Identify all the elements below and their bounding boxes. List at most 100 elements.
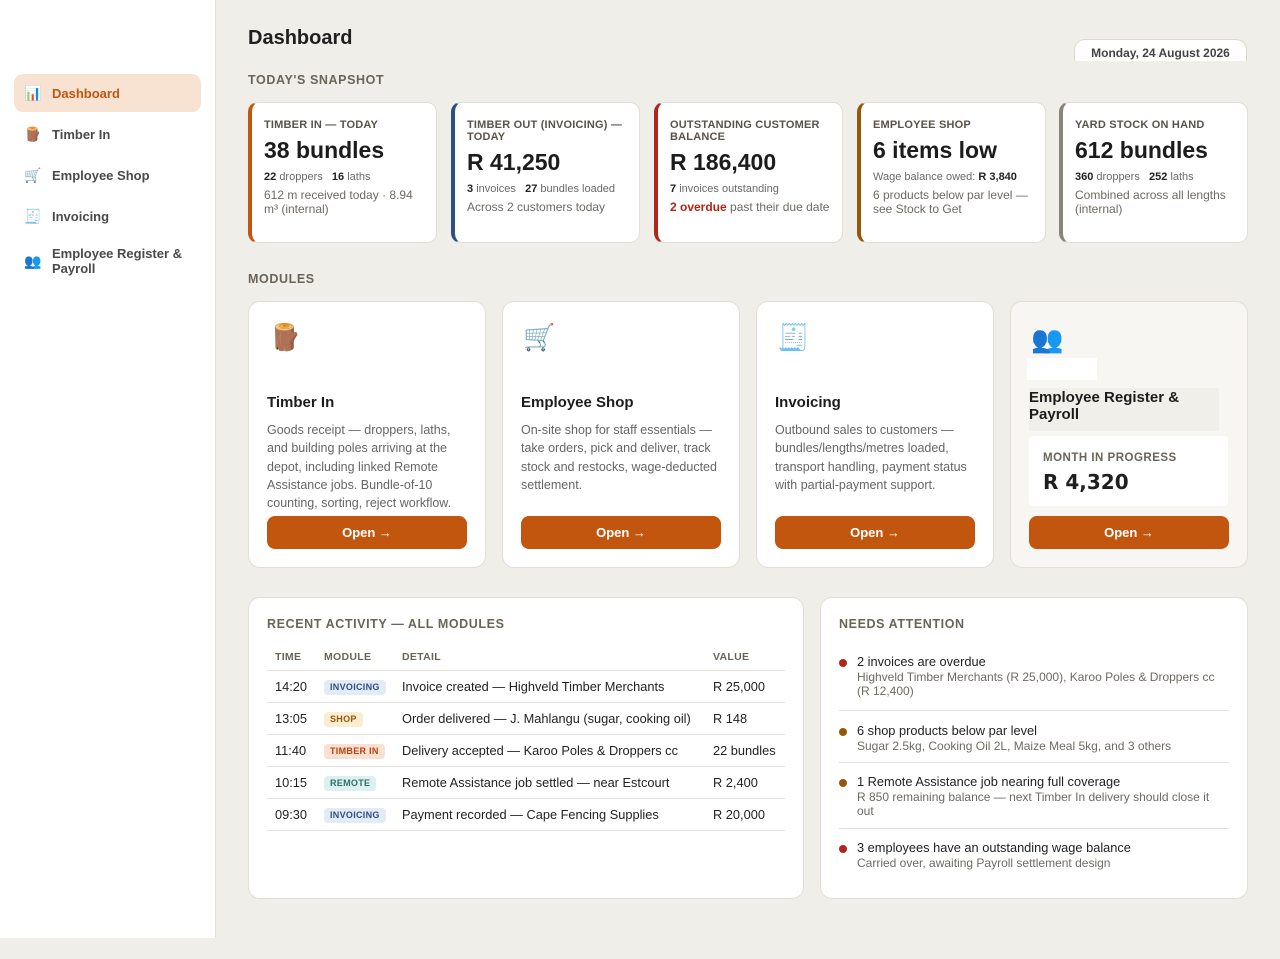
module-badge: INVOICING bbox=[324, 679, 386, 695]
status-dot-icon bbox=[839, 845, 847, 853]
stat-value: R 186,400 bbox=[670, 149, 777, 175]
cell-module: REMOTE bbox=[316, 766, 394, 799]
recent-activity-panel: RECENT ACTIVITY — ALL MODULES TIME MODUL… bbox=[248, 597, 804, 899]
list-item[interactable]: 3 employees have an outstanding wage bal… bbox=[839, 829, 1229, 879]
list-item[interactable]: 1 Remote Assistance job nearing full cov… bbox=[839, 763, 1229, 829]
attention-title: 6 shop products below par level bbox=[857, 723, 1037, 738]
stat-note: Across 2 customers today bbox=[467, 200, 606, 214]
stat-card-timber-out: TIMBER OUT (INVOICING) — TODAY R 41,250 … bbox=[451, 102, 640, 243]
list-item[interactable]: 6 shop products below par level Sugar 2.… bbox=[839, 711, 1229, 763]
column-header-module: MODULE bbox=[316, 645, 394, 671]
table-row[interactable]: 09:30 INVOICING Payment recorded — Cape … bbox=[267, 798, 785, 831]
sidebar-item-invoicing[interactable]: 🧾 Invoicing bbox=[14, 197, 201, 235]
module-badge: TIMBER IN bbox=[324, 743, 385, 759]
stat-sub-number: 252 bbox=[1149, 171, 1168, 183]
list-item[interactable]: 2 invoices are overdue Highveld Timber M… bbox=[839, 654, 1229, 711]
table-row[interactable]: 13:05 SHOP Order delivered — J. Mahlangu… bbox=[267, 702, 785, 735]
module-title: Invoicing bbox=[775, 394, 841, 411]
receipt-icon: 🧾 bbox=[777, 322, 810, 352]
cell-time: 14:20 bbox=[267, 670, 316, 703]
stat-card-employee-shop: EMPLOYEE SHOP 6 items low Wage balance o… bbox=[857, 102, 1046, 243]
table-row[interactable]: 10:15 REMOTE Remote Assistance job settl… bbox=[267, 766, 785, 799]
activity-table: TIME MODULE DETAIL VALUE 14:20 INVOICING… bbox=[267, 645, 785, 831]
module-badge: REMOTE bbox=[324, 775, 377, 791]
module-title: Timber In bbox=[267, 394, 335, 411]
stat-card-timber-in: TIMBER IN — TODAY 38 bundles 22 droppers… bbox=[248, 102, 437, 243]
stat-sub-text: bundles loaded bbox=[540, 183, 616, 195]
month-in-progress-value: R 4,320 bbox=[1043, 470, 1129, 494]
stat-label: TIMBER OUT (INVOICING) — TODAY bbox=[467, 119, 623, 143]
attention-detail: Sugar 2.5kg, Cooking Oil 2L, Maize Meal … bbox=[857, 739, 1172, 753]
stat-sub-number: 360 bbox=[1075, 171, 1094, 183]
stat-value: R 41,250 bbox=[467, 149, 561, 175]
sidebar-item-timber-in[interactable]: 🪵 Timber In bbox=[14, 115, 201, 153]
stat-sub-number: 22 bbox=[264, 171, 277, 183]
recent-activity-heading: RECENT ACTIVITY — ALL MODULES bbox=[267, 617, 505, 631]
cell-time: 11:40 bbox=[267, 734, 316, 767]
placeholder-block bbox=[1027, 358, 1097, 380]
module-description: Goods receipt — droppers, laths, and bui… bbox=[267, 423, 452, 511]
module-title: Employee Register & Payroll bbox=[1029, 388, 1219, 431]
stat-sub-number: 3 bbox=[467, 183, 474, 195]
stat-sub-text: laths bbox=[347, 171, 371, 183]
sidebar-nav: 📊 Dashboard 🪵 Timber In 🛒 Employee Shop … bbox=[14, 74, 201, 287]
status-dot-icon bbox=[839, 779, 847, 787]
stat-sub: 22 droppers 16 laths bbox=[264, 170, 424, 184]
sidebar-item-employee-register-payroll[interactable]: 👥 Employee Register & Payroll bbox=[14, 238, 201, 284]
wood-log-icon: 🪵 bbox=[269, 322, 302, 352]
sidebar-item-employee-shop[interactable]: 🛒 Employee Shop bbox=[14, 156, 201, 194]
cell-time: 09:30 bbox=[267, 798, 316, 831]
table-row[interactable]: 14:20 INVOICING Invoice created — Highve… bbox=[267, 670, 785, 703]
attention-title: 2 invoices are overdue bbox=[857, 654, 986, 669]
sidebar-item-label: Employee Register & Payroll bbox=[52, 246, 183, 276]
sidebar-item-label: Dashboard bbox=[52, 85, 120, 101]
stat-label: OUTSTANDING CUSTOMER BALANCE bbox=[670, 119, 820, 143]
status-dot-icon bbox=[839, 728, 847, 736]
stat-sub-text: invoices bbox=[476, 183, 516, 195]
people-icon: 👥 bbox=[1031, 324, 1064, 354]
stat-label: EMPLOYEE SHOP bbox=[873, 119, 971, 131]
module-card-invoicing: 🧾 Invoicing Outbound sales to customers … bbox=[756, 301, 994, 568]
wood-log-icon: 🪵 bbox=[24, 125, 42, 142]
stat-sub-text: laths bbox=[1170, 171, 1194, 183]
attention-detail: Carried over, awaiting Payroll settlemen… bbox=[857, 856, 1111, 870]
sidebar-item-label: Invoicing bbox=[52, 208, 110, 224]
module-badge: SHOP bbox=[324, 711, 363, 727]
cell-detail: Payment recorded — Cape Fencing Supplies bbox=[394, 798, 705, 831]
column-header-value: VALUE bbox=[705, 645, 785, 671]
cell-value: R 20,000 bbox=[705, 798, 785, 831]
open-employee-register-payroll-button[interactable]: Open → bbox=[1029, 516, 1229, 549]
open-invoicing-button[interactable]: Open → bbox=[775, 516, 975, 549]
module-title: Employee Shop bbox=[521, 394, 634, 411]
stat-sub: Wage balance owed: R 3,840 bbox=[873, 170, 1033, 184]
attention-title: 3 employees have an outstanding wage bal… bbox=[857, 840, 1131, 855]
sidebar-item-label: Timber In bbox=[52, 126, 111, 142]
attention-detail: R 850 remaining balance — next Timber In… bbox=[857, 790, 1210, 818]
date-display: Monday, 24 August 2026 bbox=[1074, 39, 1247, 61]
column-header-time: TIME bbox=[267, 645, 316, 671]
needs-attention-heading: NEEDS ATTENTION bbox=[839, 617, 965, 631]
status-dot-icon bbox=[839, 659, 847, 667]
stat-sub-number: 27 bbox=[525, 183, 538, 195]
column-header-detail: DETAIL bbox=[394, 645, 705, 671]
stat-note: Combined across all lengths (internal) bbox=[1075, 188, 1226, 216]
page-title: Dashboard bbox=[248, 27, 353, 49]
module-description: Outbound sales to customers — bundles/le… bbox=[775, 423, 967, 492]
table-row[interactable]: 11:40 TIMBER IN Delivery accepted — Karo… bbox=[267, 734, 785, 767]
attention-detail: Highveld Timber Merchants (R 25,000), Ka… bbox=[857, 670, 1215, 698]
snapshot-heading: TODAY'S SNAPSHOT bbox=[248, 73, 385, 87]
stat-sub-number: 16 bbox=[331, 171, 345, 183]
sidebar-item-dashboard[interactable]: 📊 Dashboard bbox=[14, 74, 201, 112]
stat-sub-text: droppers bbox=[279, 171, 323, 183]
shopping-cart-icon: 🛒 bbox=[24, 166, 42, 183]
stat-note-text: past their due date bbox=[730, 200, 830, 214]
stat-sub-text: invoices outstanding bbox=[679, 183, 779, 195]
stat-sub-number: R 3,840 bbox=[978, 171, 1017, 183]
open-employee-shop-button[interactable]: Open → bbox=[521, 516, 721, 549]
open-timber-in-button[interactable]: Open → bbox=[267, 516, 467, 549]
receipt-icon: 🧾 bbox=[24, 207, 42, 224]
table-header-row: TIME MODULE DETAIL VALUE bbox=[267, 645, 785, 671]
sidebar-item-label: Employee Shop bbox=[52, 167, 150, 183]
stat-sub: 360 droppers 252 laths bbox=[1075, 170, 1235, 184]
cell-module: SHOP bbox=[316, 702, 394, 735]
